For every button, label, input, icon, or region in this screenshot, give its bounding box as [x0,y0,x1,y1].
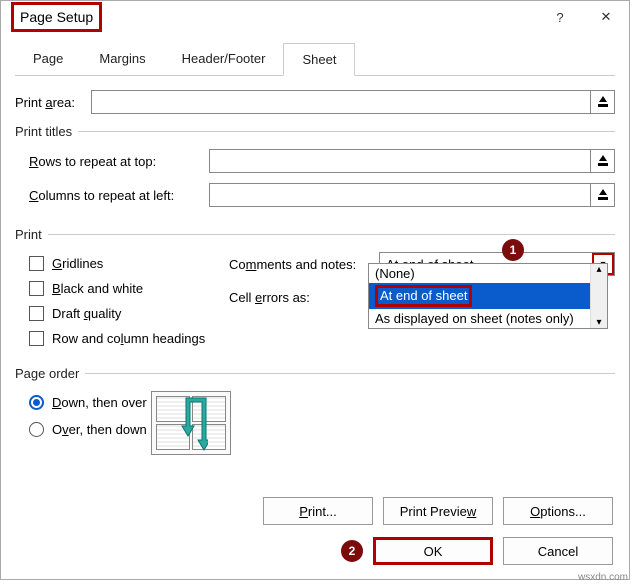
close-icon: ✕ [601,9,612,25]
comments-dropdown: (None) At end of sheet As displayed on s… [368,263,608,329]
print-legend: Print [15,227,48,242]
print-area-input[interactable] [91,90,591,114]
black-white-checkbox[interactable] [29,281,44,296]
page-order-legend: Page order [15,366,85,381]
cols-repeat-label: Columns to repeat at left: [29,188,209,203]
draft-quality-label: Draft quality [52,306,121,321]
dialog-button-row-upper: Print... Print Preview Options... [263,497,613,525]
chevron-down-icon: ▾ [596,317,601,328]
print-titles-group: Print titles Rows to repeat at top: Colu… [15,124,615,217]
dd-option-as-displayed[interactable]: As displayed on sheet (notes only) [369,309,607,328]
watermark: wsxdn.com [578,572,628,583]
dd-option-end-of-sheet[interactable]: At end of sheet [369,283,607,309]
annotation-badge-2: 2 [341,540,363,562]
dd-option-none[interactable]: (None) [369,264,607,283]
page-setup-dialog: Page Setup ? ✕ Page Margins Header/Foote… [0,0,630,580]
over-then-down-label: Over, then down [52,422,147,437]
print-preview-button[interactable]: Print Preview [383,497,493,525]
cancel-button[interactable]: Cancel [503,537,613,565]
dialog-title: Page Setup [11,2,102,32]
comments-label: Comments and notes: [229,257,379,272]
titlebar: Page Setup ? ✕ [1,1,629,33]
rows-repeat-input[interactable] [209,149,591,173]
page-order-arrow-icon [180,396,208,452]
help-button[interactable]: ? [537,1,583,33]
down-then-over-radio[interactable] [29,395,44,410]
tab-strip: Page Margins Header/Footer Sheet [15,43,615,76]
cols-repeat-range-button[interactable] [591,183,615,207]
collapse-icon [596,188,610,202]
print-area-range-button[interactable] [591,90,615,114]
close-button[interactable]: ✕ [583,1,629,33]
print-button[interactable]: Print... [263,497,373,525]
cell-errors-label: Cell errors as: [229,290,379,305]
collapse-icon [596,95,610,109]
ok-button[interactable]: OK [373,537,493,565]
draft-quality-checkbox[interactable] [29,306,44,321]
black-white-label: Black and white [52,281,143,296]
annotation-badge-1: 1 [502,239,524,261]
print-area-label: Print area: [15,95,91,110]
tab-page[interactable]: Page [15,43,81,75]
gridlines-label: Gridlines [52,256,103,271]
page-order-group: Page order Down, then over Over, then do… [15,366,615,455]
chevron-up-icon: ▴ [596,264,601,275]
rows-repeat-range-button[interactable] [591,149,615,173]
row-col-headings-label: Row and column headings [52,331,205,346]
down-then-over-label: Down, then over [52,395,147,410]
cols-repeat-input[interactable] [209,183,591,207]
options-button[interactable]: Options... [503,497,613,525]
tab-margins[interactable]: Margins [81,43,163,75]
tab-headerfooter[interactable]: Header/Footer [164,43,284,75]
print-titles-legend: Print titles [15,124,78,139]
help-icon: ? [556,10,563,25]
dropdown-scrollbar[interactable]: ▴▾ [590,264,607,328]
gridlines-checkbox[interactable] [29,256,44,271]
tab-sheet[interactable]: Sheet [283,43,355,76]
page-order-diagram [151,391,231,455]
collapse-icon [596,154,610,168]
over-then-down-radio[interactable] [29,422,44,437]
row-col-headings-checkbox[interactable] [29,331,44,346]
dialog-button-row-lower: 2 OK Cancel [341,537,613,565]
rows-repeat-label: Rows to repeat at top: [29,154,209,169]
